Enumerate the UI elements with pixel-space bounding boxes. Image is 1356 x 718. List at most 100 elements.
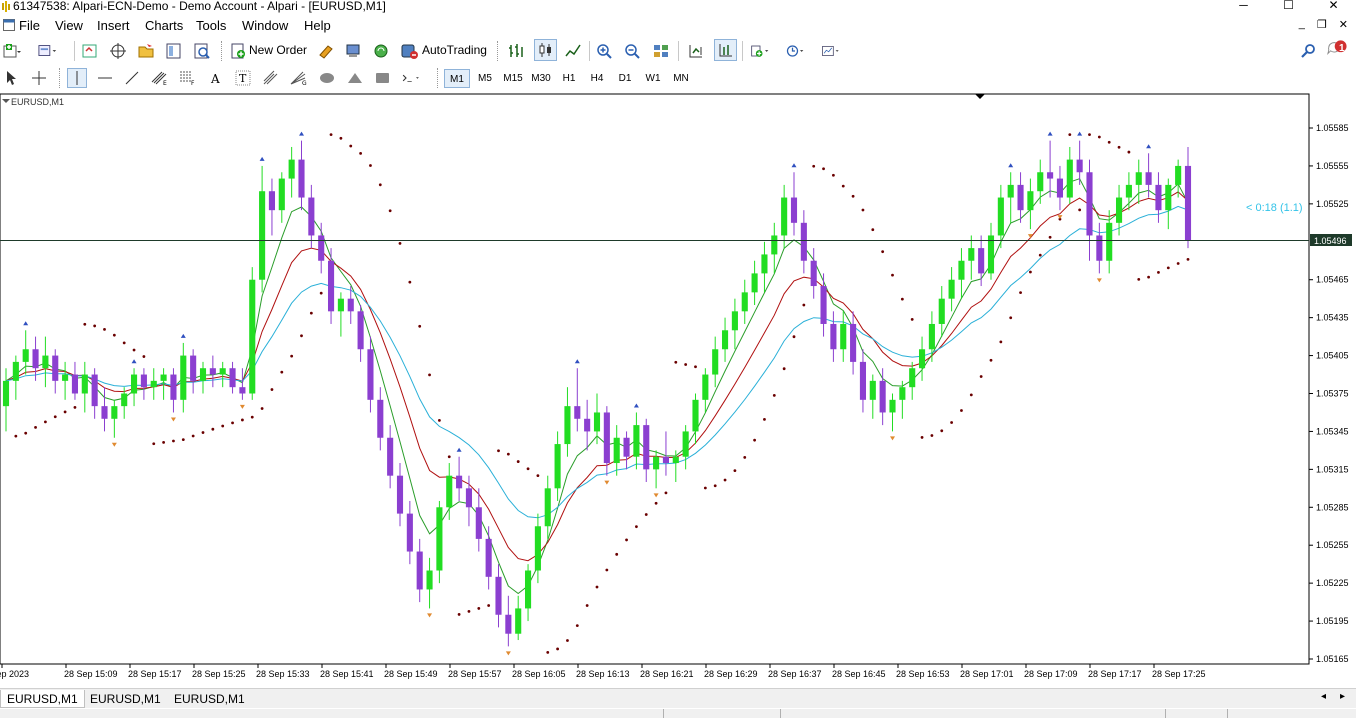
sar-dot	[664, 491, 668, 495]
window-maximize-button[interactable]: ☐	[1266, 0, 1311, 14]
trendline-icon[interactable]	[122, 68, 142, 88]
candle-body	[456, 475, 463, 489]
market-icon[interactable]	[371, 41, 391, 61]
market-watch-icon[interactable]	[80, 41, 100, 61]
candle-body	[800, 222, 807, 261]
window-minimize-button[interactable]: ─	[1221, 0, 1266, 14]
andrews-pitchfork-icon[interactable]	[261, 68, 281, 88]
meta-editor-icon[interactable]	[316, 41, 336, 61]
candle-body	[91, 374, 98, 407]
sar-dot	[83, 322, 87, 326]
timeframe-h4-button[interactable]: H4	[584, 69, 610, 88]
navigator-icon[interactable]	[136, 41, 156, 61]
candle-body	[1037, 172, 1044, 192]
candle-body	[199, 368, 207, 381]
autotrading-icon[interactable]	[399, 41, 419, 61]
price-label: 1.05585	[1316, 123, 1349, 133]
candle-body	[958, 260, 965, 280]
zoom-out-icon[interactable]	[623, 41, 643, 61]
candle-body	[702, 374, 709, 400]
bar-chart-icon[interactable]	[506, 41, 526, 61]
equidistant-channel-icon[interactable]: E	[150, 68, 170, 88]
cursor-icon[interactable]	[1, 68, 21, 88]
sar-dot	[713, 484, 717, 488]
candle-body	[948, 279, 955, 299]
tab-scroll-right-icon[interactable]: ▸	[1340, 691, 1345, 702]
line-chart-icon[interactable]	[563, 41, 583, 61]
timeframe-mn-button[interactable]: MN	[668, 69, 694, 88]
data-window-icon[interactable]	[108, 41, 128, 61]
ellipse-icon[interactable]	[317, 68, 337, 88]
price-label: 1.05555	[1316, 161, 1349, 171]
chart-window[interactable]: EURUSD,M1 1.05585 1.05555 1.05525 1.05465 1.…	[0, 93, 1356, 687]
gann-icon[interactable]: G	[289, 68, 309, 88]
notifications-icon[interactable]: 1	[1327, 39, 1347, 59]
text-label-icon[interactable]: T	[233, 68, 253, 88]
candle-body	[229, 368, 236, 388]
sar-dot	[930, 434, 934, 437]
price-chart[interactable]: EURUSD,M1 1.055851.055551.055251.054651.…	[0, 93, 1356, 687]
timeframe-m15-button[interactable]: M15	[500, 69, 526, 88]
arrows-icon[interactable]	[401, 68, 421, 88]
new-order-button[interactable]: New Order	[249, 43, 307, 57]
timeframe-m1-button[interactable]: M1	[444, 69, 470, 88]
time-label: 28 Sep 16:21	[640, 669, 694, 679]
signals-icon[interactable]	[343, 41, 363, 61]
menu-view[interactable]: View	[55, 18, 83, 33]
text-icon[interactable]: A	[205, 68, 225, 88]
timeframe-h1-button[interactable]: H1	[556, 69, 582, 88]
sar-dot	[319, 291, 323, 295]
autotrading-button[interactable]: AutoTrading	[422, 43, 487, 57]
sar-dot	[162, 440, 166, 444]
standard-toolbar: New Order AutoTrading 1	[0, 38, 1356, 64]
new-chart-icon[interactable]	[2, 41, 22, 61]
fibonacci-icon[interactable]: F	[178, 68, 198, 88]
menu-charts[interactable]: Charts	[145, 18, 183, 33]
terminal-icon[interactable]	[164, 41, 184, 61]
menu-tools[interactable]: Tools	[196, 18, 226, 33]
mdi-minimize-button[interactable]: _	[1299, 18, 1305, 31]
tab-chart-3[interactable]: EURUSD,M1	[168, 690, 251, 708]
vertical-line-icon[interactable]	[67, 68, 87, 88]
search-icon[interactable]	[1299, 41, 1319, 61]
chart-shift-icon[interactable]	[686, 41, 706, 61]
indicators-icon[interactable]	[750, 41, 770, 61]
window-close-button[interactable]: ✕	[1311, 0, 1356, 14]
mdi-restore-button[interactable]: ❐	[1317, 18, 1327, 31]
tile-windows-icon[interactable]	[651, 41, 671, 61]
menu-file[interactable]: File	[19, 18, 40, 33]
new-order-icon[interactable]	[229, 41, 249, 61]
crosshair-icon[interactable]	[29, 68, 49, 88]
timeframe-m5-button[interactable]: M5	[472, 69, 498, 88]
menu-insert[interactable]: Insert	[97, 18, 130, 33]
sar-dot	[477, 607, 481, 610]
menu-help[interactable]: Help	[304, 18, 331, 33]
sar-dot	[408, 280, 412, 284]
sar-dot	[1107, 140, 1111, 144]
candle-body	[672, 456, 679, 464]
timeframe-w1-button[interactable]: W1	[640, 69, 666, 88]
mdi-close-button[interactable]: ✕	[1339, 18, 1348, 31]
timeframe-d1-button[interactable]: D1	[612, 69, 638, 88]
horizontal-line-icon[interactable]	[95, 68, 115, 88]
menu-window[interactable]: Window	[242, 18, 288, 33]
triangle-icon[interactable]	[345, 68, 365, 88]
price-label: 1.05165	[1316, 654, 1349, 664]
timeframe-m30-button[interactable]: M30	[528, 69, 554, 88]
auto-scroll-icon[interactable]	[714, 39, 737, 61]
tab-scroll-left-icon[interactable]: ◂	[1321, 691, 1326, 702]
price-label: 1.05285	[1316, 502, 1349, 512]
candlestick-chart-icon[interactable]	[534, 39, 557, 61]
tab-chart-2[interactable]: EURUSD,M1	[84, 690, 167, 708]
tab-chart-1[interactable]: EURUSD,M1	[0, 690, 85, 708]
strategy-tester-icon[interactable]	[192, 41, 212, 61]
sar-dot	[910, 317, 914, 321]
sar-dot	[772, 393, 776, 397]
profiles-icon[interactable]	[38, 41, 58, 61]
periods-icon[interactable]	[785, 41, 805, 61]
sar-dot	[733, 469, 737, 473]
rectangle-icon[interactable]	[373, 68, 393, 88]
templates-icon[interactable]	[821, 41, 841, 61]
candle-body	[564, 406, 571, 445]
zoom-in-icon[interactable]	[595, 41, 615, 61]
